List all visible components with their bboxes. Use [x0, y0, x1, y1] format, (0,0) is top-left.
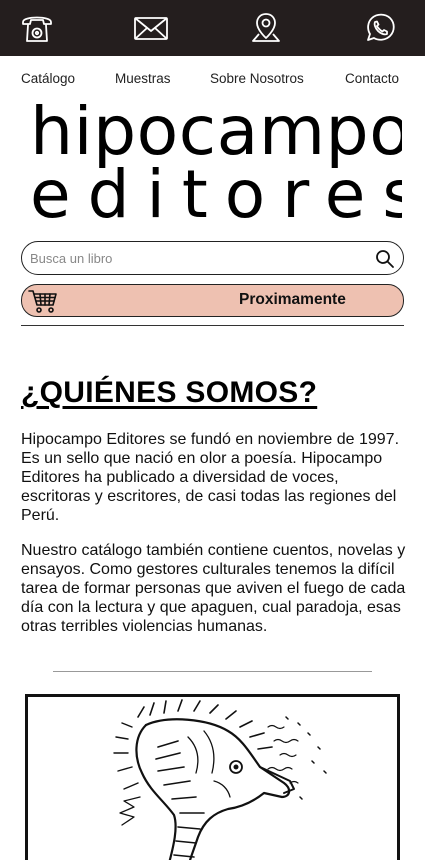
coming-soon-label: Proximamente [239, 291, 346, 308]
nav-catalogo[interactable]: Catálogo [21, 71, 75, 86]
site-logo[interactable]: hipocampo editores [22, 104, 402, 232]
nav-muestras[interactable]: Muestras [115, 71, 171, 86]
section-divider [53, 671, 372, 672]
cart-button[interactable]: Proximamente [21, 284, 404, 317]
location-pin-icon[interactable] [248, 10, 284, 46]
nav-contacto[interactable]: Contacto [345, 71, 399, 86]
search-icon[interactable] [375, 249, 395, 269]
about-paragraph-2: Nuestro catálogo también contiene cuento… [21, 542, 406, 635]
logo-line-2: editores [30, 156, 402, 232]
shopping-cart-icon [28, 288, 58, 314]
whatsapp-icon[interactable] [362, 10, 398, 46]
seahorse-illustration [25, 694, 400, 860]
nav-sobre-nosotros[interactable]: Sobre Nosotros [210, 71, 304, 86]
about-paragraph-1: Hipocampo Editores se fundó en noviembre… [21, 431, 400, 524]
divider [21, 325, 404, 326]
contact-bar [0, 0, 425, 56]
phone-icon[interactable] [19, 10, 55, 46]
main-nav: Catálogo Muestras Sobre Nosotros Contact… [0, 56, 425, 102]
about-title: ¿QUIÉNES SOMOS? [21, 376, 318, 409]
search-bar [21, 241, 404, 275]
mail-icon[interactable] [133, 10, 169, 46]
search-input[interactable] [30, 247, 360, 269]
